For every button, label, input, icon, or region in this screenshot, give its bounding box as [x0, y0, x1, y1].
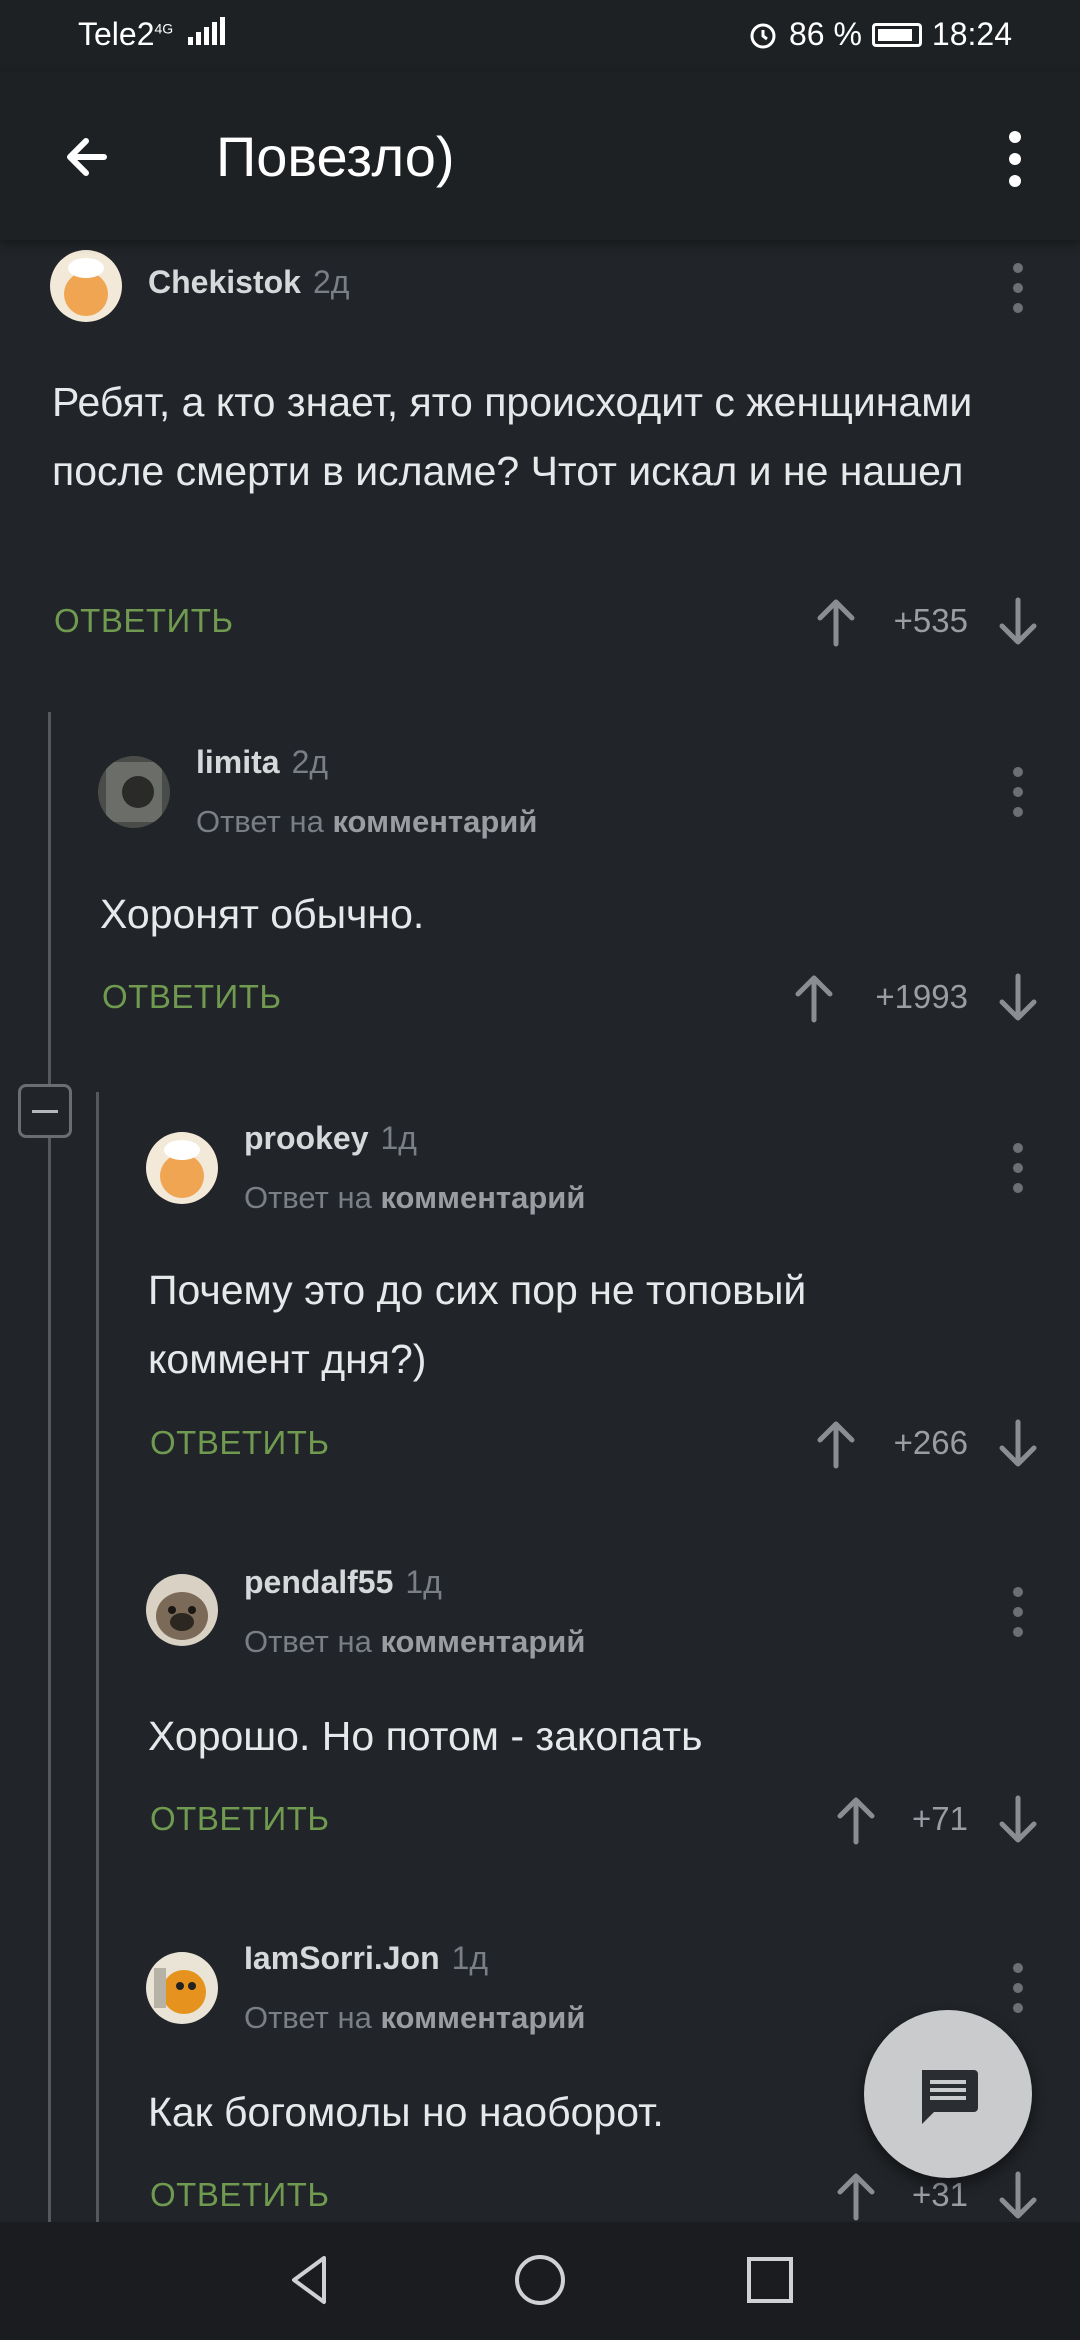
avatar[interactable]	[146, 1132, 218, 1204]
comment-age: 1д	[380, 1120, 417, 1156]
app-bar: Повезло)	[0, 72, 1080, 240]
status-carrier: Tele24G	[78, 16, 226, 53]
arrow-down-icon[interactable]	[996, 1794, 1040, 1846]
comment-author[interactable]: prookey 1д	[244, 1120, 417, 1157]
reply-button[interactable]: ОТВЕТИТЬ	[150, 1424, 330, 1462]
author-name[interactable]: IamSorri.Jon	[244, 1940, 440, 1976]
reply-to-prefix: Ответ на	[244, 2000, 372, 2035]
comment-author[interactable]: pendalf55 1д	[244, 1564, 442, 1601]
arrow-down-icon[interactable]	[996, 1418, 1040, 1470]
thread-line-2	[96, 1092, 99, 2222]
comments-list: Chekistok 2д Ребят, а кто знает, ято прои…	[0, 240, 1080, 2222]
reply-to-label: Ответ на комментарий	[196, 804, 537, 840]
avatar[interactable]	[146, 1952, 218, 2024]
signal-icon	[188, 17, 226, 45]
avatar[interactable]	[98, 756, 170, 828]
battery-icon	[871, 22, 922, 47]
comment-author[interactable]: limita 2д	[196, 744, 328, 781]
comment-menu-icon[interactable]	[1003, 762, 1033, 822]
comment-author[interactable]: Chekistok 2д	[148, 264, 349, 301]
comment-text: Хорошо. Но потом - закопать	[148, 1713, 703, 1759]
comment-score: +31	[912, 2176, 968, 2213]
reply-to-label: Ответ на комментарий	[244, 1180, 585, 1216]
comment-menu-icon[interactable]	[1003, 1582, 1033, 1642]
arrow-up-icon[interactable]	[834, 2170, 878, 2222]
reply-button[interactable]: ОТВЕТИТЬ	[150, 1800, 330, 1838]
comment-text: Ребят, а кто знает, ято происходит с жен…	[52, 379, 973, 494]
reply-to-prefix: Ответ на	[244, 1624, 372, 1659]
author-name[interactable]: limita	[196, 744, 280, 780]
collapse-thread-button[interactable]	[18, 1084, 72, 1138]
comment-age: 2д	[312, 264, 350, 300]
comment-score: +535	[893, 602, 968, 639]
comment-text: Хоронят обычно.	[100, 891, 425, 937]
thread-line-1	[48, 712, 51, 2222]
reply-to-link[interactable]: комментарий	[380, 2000, 585, 2035]
arrow-up-icon[interactable]	[814, 1418, 858, 1470]
network-type: 4G	[154, 20, 174, 37]
reply-to-prefix: Ответ на	[196, 804, 324, 839]
arrow-down-icon[interactable]	[996, 2170, 1040, 2222]
comment-author[interactable]: IamSorri.Jon 1д	[244, 1940, 488, 1977]
reply-to-label: Ответ на комментарий	[244, 1624, 585, 1660]
reply-to-link[interactable]: комментарий	[380, 1180, 585, 1215]
comment-age: 1д	[451, 1940, 489, 1976]
author-name[interactable]: prookey	[244, 1120, 368, 1156]
reply-button[interactable]: ОТВЕТИТЬ	[54, 602, 234, 640]
comment-menu-icon[interactable]	[1003, 258, 1033, 318]
comment-age: 2д	[291, 744, 329, 780]
battery-percent: 86 %	[788, 16, 862, 52]
reply-to-link[interactable]: комментарий	[380, 1624, 585, 1659]
reply-to-link[interactable]: комментарий	[332, 804, 537, 839]
author-name[interactable]: pendalf55	[244, 1564, 393, 1600]
more-vertical-icon[interactable]	[990, 124, 1040, 194]
status-bar: Tele24G 86 % 18:24	[0, 0, 1080, 72]
author-name[interactable]: Chekistok	[148, 264, 301, 300]
arrow-down-icon[interactable]	[996, 972, 1040, 1024]
comment-menu-icon[interactable]	[1003, 1958, 1033, 2018]
avatar[interactable]	[146, 1574, 218, 1646]
status-right: 86 % 18:24	[747, 16, 1012, 53]
comment-text: Почему это до сих пор не топовый коммент…	[148, 1267, 807, 1382]
clock: 18:24	[931, 16, 1012, 52]
carrier-label: Tele2	[78, 16, 155, 52]
comment-score: +71	[912, 1800, 968, 1837]
reply-button[interactable]: ОТВЕТИТЬ	[102, 978, 282, 1016]
arrow-left-icon[interactable]	[52, 122, 122, 192]
comment-text: Как богомолы но наоборот.	[148, 2089, 664, 2135]
nav-back-icon[interactable]	[280, 2250, 340, 2310]
system-nav-bar	[0, 2222, 1080, 2340]
comment-age: 1д	[405, 1564, 442, 1600]
arrow-up-icon[interactable]	[814, 596, 858, 648]
comment-score: +1993	[875, 978, 968, 1015]
nav-home-icon[interactable]	[510, 2250, 570, 2310]
nav-recents-icon[interactable]	[740, 2250, 800, 2310]
avatar[interactable]	[50, 250, 122, 322]
arrow-down-icon[interactable]	[996, 596, 1040, 648]
comment-score: +266	[893, 1424, 968, 1461]
reply-to-label: Ответ на комментарий	[244, 2000, 585, 2036]
comment-menu-icon[interactable]	[1003, 1138, 1033, 1198]
arrow-up-icon[interactable]	[792, 972, 836, 1024]
arrow-up-icon[interactable]	[834, 1794, 878, 1846]
reply-to-prefix: Ответ на	[244, 1180, 372, 1215]
comment-icon	[922, 2070, 978, 2124]
reply-button[interactable]: ОТВЕТИТЬ	[150, 2176, 330, 2214]
page-title: Повезло)	[216, 125, 455, 188]
alarm-icon	[750, 23, 776, 48]
add-comment-button[interactable]	[864, 2010, 1032, 2178]
